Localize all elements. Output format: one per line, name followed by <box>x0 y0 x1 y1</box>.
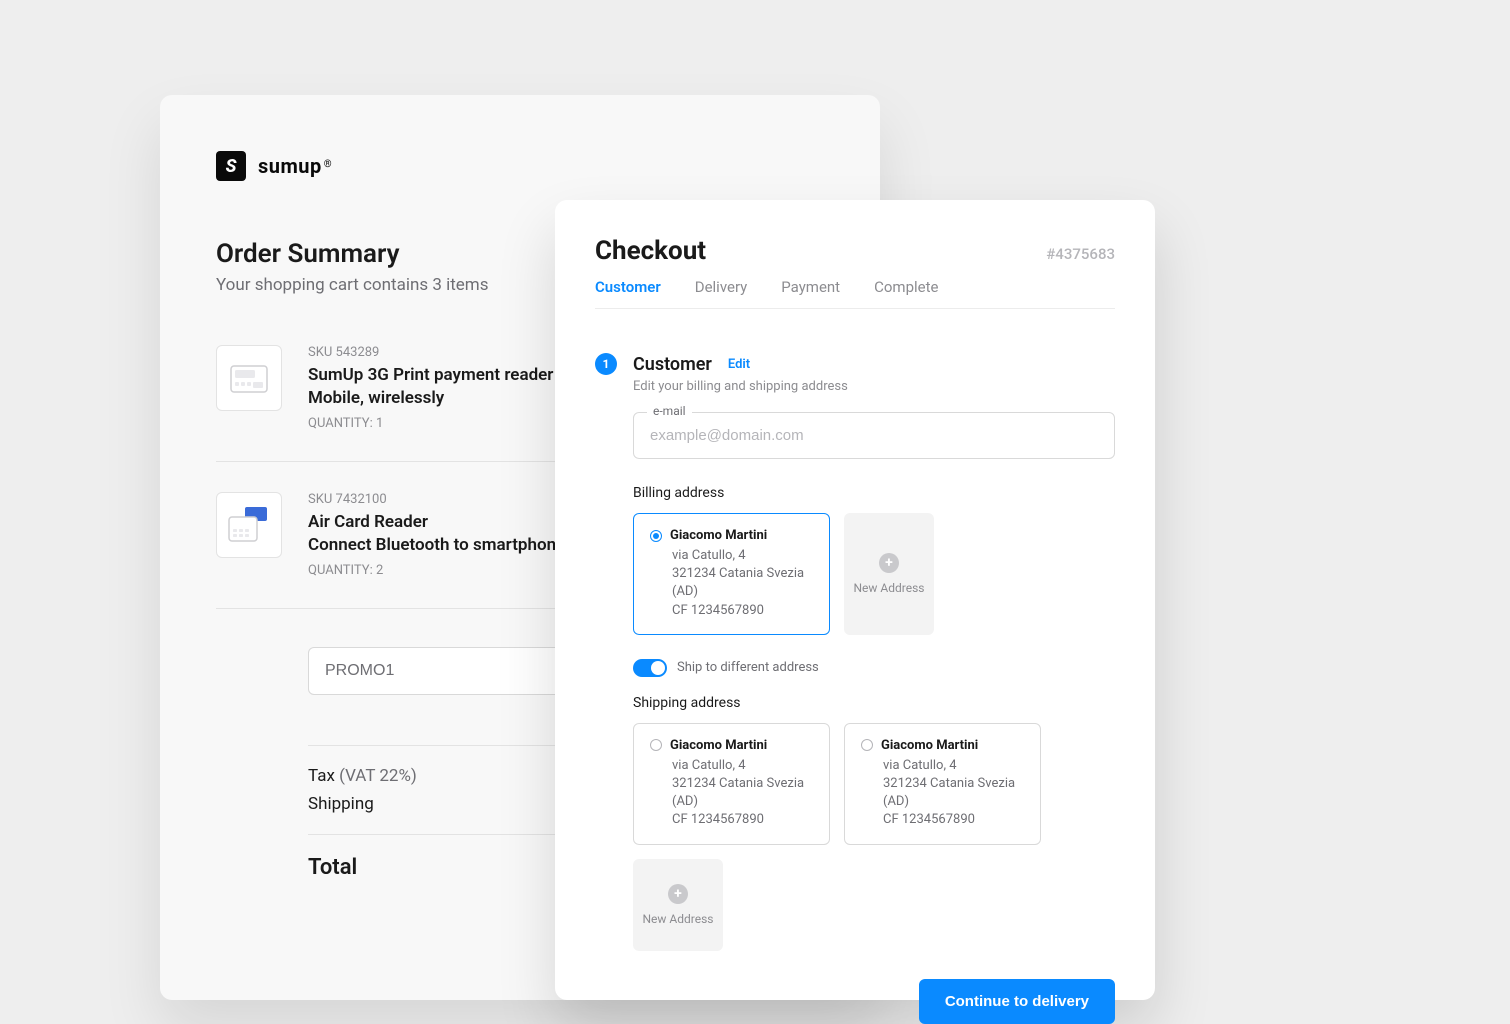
address-line: CF 1234567890 <box>672 811 813 829</box>
email-label: e-mail <box>647 404 692 418</box>
item-meta: SKU 543289 SumUp 3G Print payment reader… <box>308 345 553 431</box>
email-input[interactable] <box>633 412 1115 459</box>
item-sku: SKU 543289 <box>308 345 553 360</box>
checkout-title: Checkout <box>595 236 706 266</box>
radio-icon <box>861 739 873 751</box>
item-name-line1: SumUp 3G Print payment reader <box>308 364 553 387</box>
brand-name: sumup <box>258 154 322 178</box>
tab-complete[interactable]: Complete <box>874 278 938 296</box>
order-id: #4375683 <box>1046 245 1115 263</box>
vat-note: (VAT 22%) <box>339 766 417 786</box>
shipping-section-label: Shipping address <box>633 695 1115 711</box>
checkout-tabs: Customer Delivery Payment Complete <box>595 278 1115 309</box>
tab-payment[interactable]: Payment <box>781 278 840 296</box>
address-name: Giacomo Martini <box>881 738 978 753</box>
radio-icon <box>650 530 662 542</box>
step-badge: 1 <box>595 353 617 375</box>
item-thumbnail <box>216 492 282 558</box>
card-reader-air-icon <box>225 505 273 545</box>
item-meta: SKU 7432100 Air Card Reader Connect Blue… <box>308 492 565 578</box>
email-field-wrap: e-mail <box>633 412 1115 459</box>
tab-customer[interactable]: Customer <box>595 278 661 296</box>
ship-different-toggle[interactable] <box>633 659 667 677</box>
plus-icon: + <box>668 884 688 904</box>
ship-different-label: Ship to different address <box>677 660 819 675</box>
address-line: CF 1234567890 <box>883 811 1024 829</box>
checkout-card: Checkout #4375683 Customer Delivery Paym… <box>555 200 1155 1000</box>
billing-address-card[interactable]: Giacomo Martini via Catullo, 4 321234 Ca… <box>633 513 830 635</box>
item-thumbnail <box>216 345 282 411</box>
tax-label: Tax <box>308 766 335 786</box>
item-name-line2: Connect Bluetooth to smartphone <box>308 534 565 557</box>
address-name: Giacomo Martini <box>670 738 767 753</box>
item-quantity: QUANTITY: 1 <box>308 416 553 431</box>
card-reader-printer-icon <box>225 358 273 398</box>
tab-delivery[interactable]: Delivery <box>695 278 748 296</box>
new-address-label: New Address <box>643 912 714 926</box>
item-quantity: QUANTITY: 2 <box>308 563 565 578</box>
shipping-label: Shipping <box>308 794 374 814</box>
item-name-line2: Mobile, wirelessly <box>308 387 553 410</box>
radio-icon <box>650 739 662 751</box>
address-line: via Catullo, 4 <box>672 757 813 775</box>
address-line: 321234 Catania Svezia (AD) <box>883 775 1024 811</box>
registered-mark: ® <box>324 159 332 170</box>
item-sku: SKU 7432100 <box>308 492 565 507</box>
continue-to-delivery-button[interactable]: Continue to delivery <box>919 979 1115 1024</box>
address-line: via Catullo, 4 <box>672 547 813 565</box>
checkout-step-customer: 1 Customer Edit Edit your billing and sh… <box>595 353 1115 1024</box>
address-name: Giacomo Martini <box>670 528 767 543</box>
shipping-address-grid: Giacomo Martini via Catullo, 4 321234 Ca… <box>633 723 1115 951</box>
new-billing-address-button[interactable]: + New Address <box>844 513 934 635</box>
address-line: 321234 Catania Svezia (AD) <box>672 775 813 811</box>
edit-link[interactable]: Edit <box>728 357 750 372</box>
address-line: via Catullo, 4 <box>883 757 1024 775</box>
new-shipping-address-button[interactable]: + New Address <box>633 859 723 951</box>
shipping-address-card[interactable]: Giacomo Martini via Catullo, 4 321234 Ca… <box>633 723 830 845</box>
step-description: Edit your billing and shipping address <box>633 379 1115 394</box>
billing-section-label: Billing address <box>633 485 1115 501</box>
new-address-label: New Address <box>854 581 925 595</box>
brand-mark-icon: S <box>216 151 246 181</box>
shipping-address-card[interactable]: Giacomo Martini via Catullo, 4 321234 Ca… <box>844 723 1041 845</box>
address-line: CF 1234567890 <box>672 602 813 620</box>
address-line: 321234 Catania Svezia (AD) <box>672 565 813 601</box>
billing-address-grid: Giacomo Martini via Catullo, 4 321234 Ca… <box>633 513 1115 635</box>
plus-icon: + <box>879 553 899 573</box>
item-name-line1: Air Card Reader <box>308 511 565 534</box>
brand-logo: S sumup® <box>216 151 824 181</box>
step-title: Customer <box>633 354 712 375</box>
